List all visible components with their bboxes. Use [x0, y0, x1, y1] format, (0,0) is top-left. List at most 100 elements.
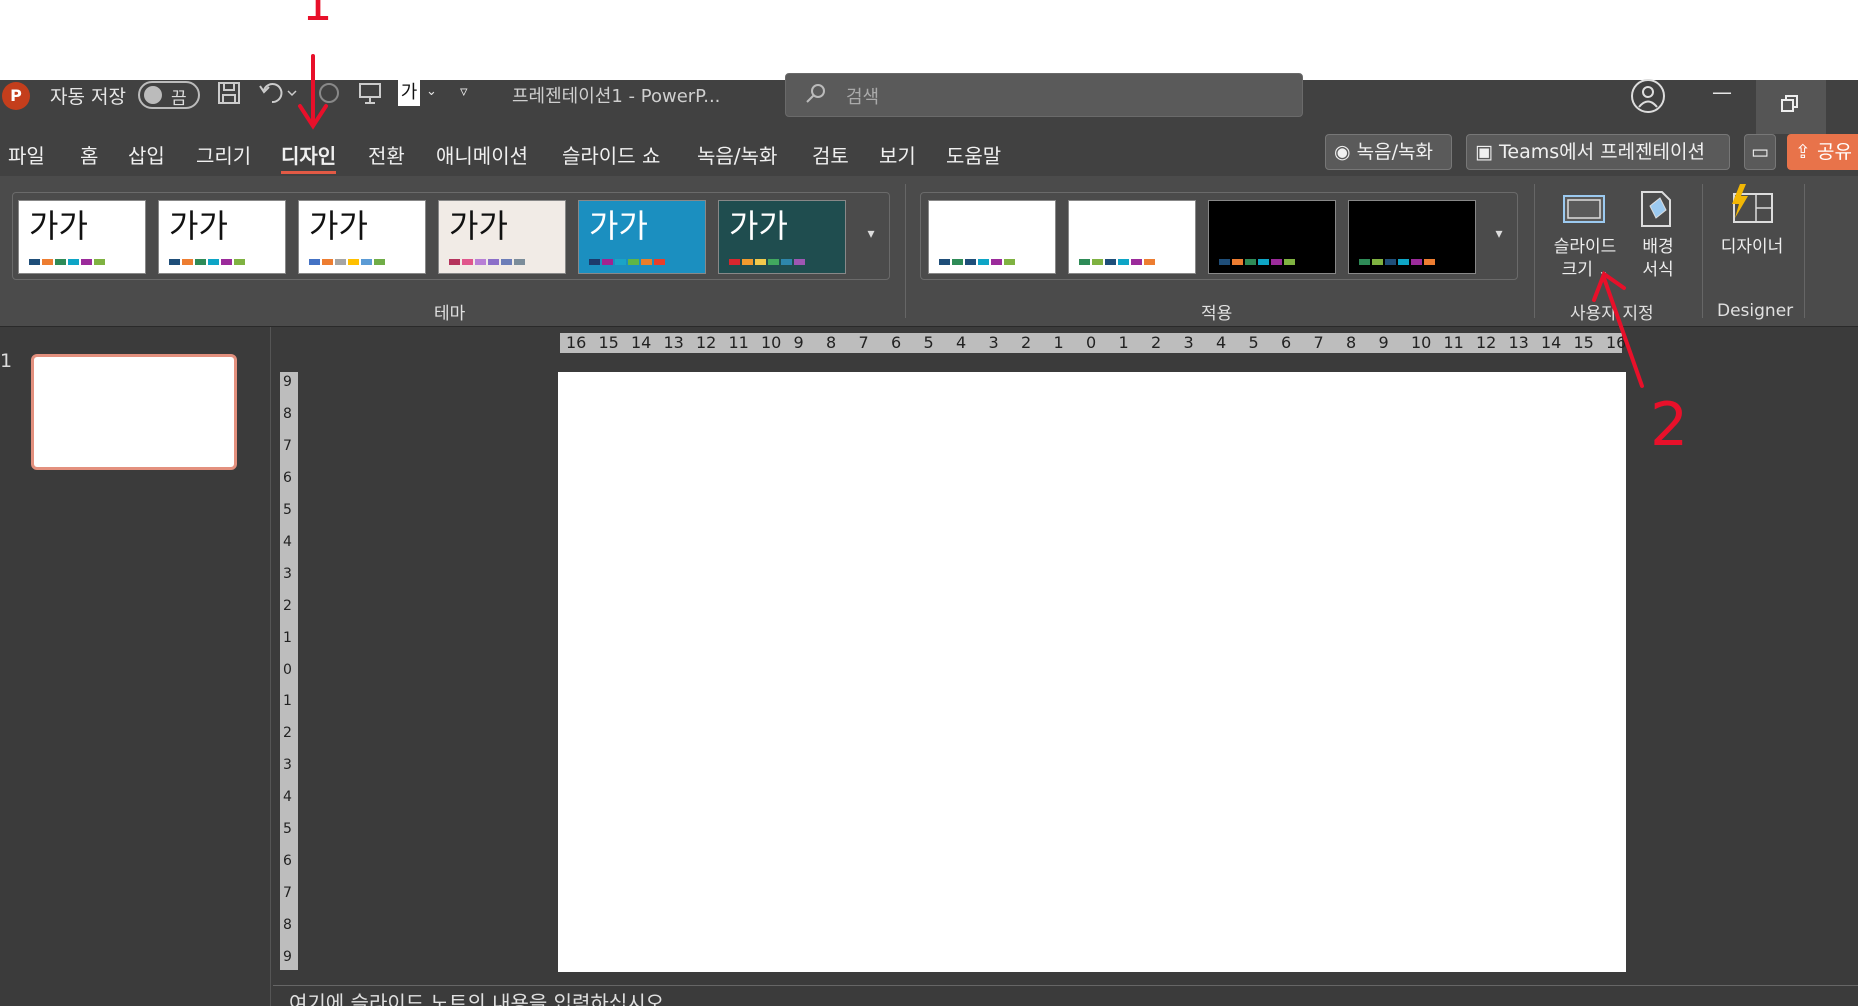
restore-icon [1780, 94, 1800, 118]
format-background-label-1: 배경 [1642, 237, 1674, 257]
slide-size-icon[interactable] [1560, 190, 1608, 232]
teams-icon: ▣ [1475, 141, 1493, 163]
theme-thumbnail[interactable]: 가가 [18, 200, 146, 274]
share-icon: ⇪ [1795, 141, 1811, 163]
group-separator [1804, 184, 1805, 318]
theme-thumbnail[interactable]: 가가 [298, 200, 426, 274]
ruler-tick-label: 3 [988, 333, 999, 352]
ruler-tick-label: 7 [858, 333, 869, 352]
ruler-tick-label: 4 [1216, 333, 1227, 352]
ruler-tick-label: 8 [1346, 333, 1357, 352]
notes-pane[interactable]: 여기에 슬라이드 노트의 내용을 입력하십시오 [273, 985, 1858, 1006]
ruler-tick-label: 1 [1053, 333, 1064, 352]
tab-4[interactable]: 디자인 [281, 140, 337, 174]
ruler-tick-label: 9 [283, 949, 292, 965]
theme-thumbnail[interactable]: 가가 [578, 200, 706, 274]
tab-3[interactable]: 그리기 [196, 140, 251, 169]
theme-thumbnail[interactable]: 가가 [718, 200, 846, 274]
teams-present-label: Teams에서 프레젠테이션 [1499, 141, 1705, 163]
tab-1[interactable]: 홈 [80, 140, 98, 169]
color-swatches [169, 259, 245, 265]
theme-thumbnail[interactable]: 가가 [438, 200, 566, 274]
search-placeholder: 검색 [846, 87, 880, 108]
slide-canvas[interactable] [558, 372, 1626, 972]
color-swatches [1079, 259, 1155, 265]
slide-number: 1 [0, 350, 13, 372]
designer-group-label: Designer [1717, 301, 1794, 321]
color-swatches [449, 259, 525, 265]
tab-0[interactable]: 파일 [8, 140, 45, 169]
tab-10[interactable]: 보기 [879, 140, 916, 169]
variant-thumbnail[interactable] [1348, 200, 1476, 274]
ruler-tick-label: 8 [283, 917, 292, 934]
tab-5[interactable]: 전환 [368, 140, 405, 169]
ruler-tick-label: 9 [283, 374, 292, 390]
tab-8[interactable]: 녹음/녹화 [697, 140, 777, 169]
document-title: 프레젠테이션1 - PowerP... [512, 86, 721, 107]
restore-button[interactable] [1756, 80, 1826, 134]
themes-more-icon[interactable]: ▾ [862, 226, 880, 242]
tab-7[interactable]: 슬라이드 쇼 [562, 140, 660, 169]
font-button[interactable]: 가 [398, 80, 420, 106]
ruler-tick-label: 5 [283, 501, 292, 518]
format-background-icon[interactable] [1636, 188, 1676, 234]
ruler-tick-label: 6 [283, 853, 292, 870]
ruler-tick-label: 2 [283, 725, 292, 742]
font-dropdown-chevron-icon[interactable]: ⌄ [426, 84, 437, 99]
ruler-tick-label: 10 [761, 333, 782, 352]
save-icon[interactable] [216, 80, 242, 111]
tab-11[interactable]: 도움말 [946, 140, 1001, 169]
designer-icon[interactable] [1726, 182, 1776, 232]
customize-qat-icon[interactable]: ▿ [460, 82, 468, 100]
color-swatches [309, 259, 385, 265]
tab-6[interactable]: 애니메이션 [436, 140, 528, 169]
theme-sample-text: 가가 [449, 207, 508, 245]
ruler-tick-label: 3 [1183, 333, 1194, 352]
comment-icon: ▭ [1751, 141, 1769, 163]
ruler-tick-label: 2 [283, 597, 292, 614]
tab-9[interactable]: 검토 [812, 140, 849, 169]
theme-thumbnail[interactable]: 가가 [158, 200, 286, 274]
ruler-tick-label: 9 [793, 333, 804, 352]
group-separator [1702, 184, 1703, 318]
theme-sample-text: 가가 [169, 207, 228, 245]
ruler-tick-label: 12 [696, 333, 717, 352]
autosave-state: 끔 [171, 89, 187, 109]
ruler-tick-label: 11 [1443, 333, 1464, 352]
ruler-tick-label: 7 [283, 885, 292, 902]
tab-2[interactable]: 삽입 [128, 140, 165, 169]
ruler-tick-label: 6 [1281, 333, 1292, 352]
themes-group-label: 테마 [434, 304, 466, 324]
slide-thumbnail[interactable] [31, 354, 237, 470]
minimize-icon[interactable]: — [1712, 80, 1732, 104]
ruler-tick-label: 3 [283, 565, 292, 582]
comments-button[interactable]: ▭ [1744, 134, 1776, 170]
record-button[interactable]: ◉ 녹음/녹화 [1325, 134, 1452, 170]
ruler-tick-label: 0 [1086, 333, 1097, 352]
ruler-tick-label: 5 [1248, 333, 1259, 352]
teams-present-button[interactable]: ▣ Teams에서 프레젠테이션 [1466, 134, 1730, 170]
account-avatar-icon[interactable] [1631, 79, 1665, 113]
variant-thumbnail[interactable] [928, 200, 1056, 274]
variant-thumbnail[interactable] [1208, 200, 1336, 274]
ruler-tick-label: 4 [283, 789, 292, 806]
record-icon: ◉ [1334, 141, 1351, 163]
search-box[interactable]: 검색 [785, 73, 1303, 117]
variant-thumbnail[interactable] [1068, 200, 1196, 274]
ruler-tick-label: 7 [283, 437, 292, 454]
ruler-tick-label: 1 [283, 693, 292, 710]
share-button[interactable]: ⇪ 공유 [1787, 134, 1858, 170]
ruler-tick-label: 13 [663, 333, 684, 352]
color-swatches [1359, 259, 1435, 265]
presenter-icon[interactable] [357, 80, 383, 111]
autosave-toggle[interactable]: 끔 [138, 81, 200, 109]
ruler-tick-label: 13 [1508, 333, 1529, 352]
designer-button[interactable]: 디자이너 [1712, 236, 1792, 259]
ruler-tick-label: 1 [1118, 333, 1129, 352]
annotation-arrow-1 [298, 54, 328, 130]
color-swatches [939, 259, 1015, 265]
variants-more-icon[interactable]: ▾ [1490, 226, 1508, 242]
ruler-tick-label: 5 [923, 333, 934, 352]
theme-sample-text: 가가 [729, 207, 788, 245]
powerpoint-logo-icon: P [2, 82, 30, 110]
